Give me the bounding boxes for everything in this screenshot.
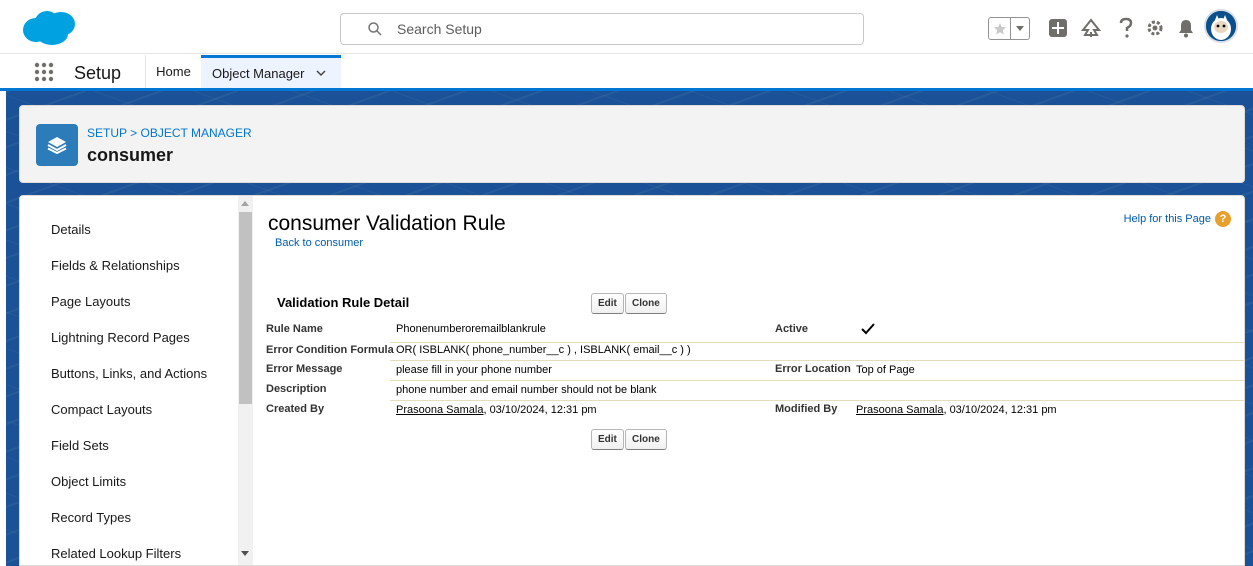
formula-value: OR( ISBLANK( phone_number__c ) , ISBLANK… <box>396 344 691 356</box>
sidebar-item-related-lookup-filters[interactable]: Related Lookup Filters <box>51 546 181 561</box>
sidebar-item-object-limits[interactable]: Object Limits <box>51 474 126 489</box>
checkmark-icon <box>861 323 875 335</box>
tab-object-manager-label: Object Manager <box>212 65 305 81</box>
main-content: consumer Validation Rule Back to consume… <box>253 196 1244 565</box>
modified-by-label: Modified By <box>775 403 838 415</box>
breadcrumb-separator: > <box>130 126 138 140</box>
search-icon <box>368 22 382 36</box>
sidebar-item-compact-layouts[interactable]: Compact Layouts <box>51 402 152 417</box>
edit-button-bottom[interactable]: Edit <box>591 429 624 450</box>
sidebar-item-fields-relationships[interactable]: Fields & Relationships <box>51 258 180 273</box>
active-label: Active <box>775 323 809 335</box>
rule-name-value: Phonenumberoremailblankrule <box>396 323 546 335</box>
star-icon[interactable] <box>989 18 1010 39</box>
scrollbar-thumb[interactable] <box>239 212 252 404</box>
sidebar-item-page-layouts[interactable]: Page Layouts <box>51 294 131 309</box>
clone-button-bottom[interactable]: Clone <box>625 429 667 450</box>
search-box[interactable] <box>340 13 864 45</box>
modified-by-date: , 03/10/2024, 12:31 pm <box>943 404 1057 416</box>
sidebar-item-lightning-record-pages[interactable]: Lightning Record Pages <box>51 330 190 345</box>
object-title: consumer <box>87 145 174 165</box>
scroll-up-icon[interactable] <box>241 201 249 206</box>
modified-by-user-link[interactable]: Prasoona Samala <box>856 404 943 416</box>
created-by-label: Created By <box>266 403 325 415</box>
chevron-down-icon[interactable] <box>315 67 327 79</box>
help-link-label[interactable]: Help for this Page <box>1124 213 1211 225</box>
created-by-date: , 03/10/2024, 12:31 pm <box>483 404 597 416</box>
page-title: consumer Validation Rule <box>268 212 506 235</box>
created-by-value: Prasoona Samala, 03/10/2024, 12:31 pm <box>396 404 597 416</box>
content-panel: Details Fields & Relationships Page Layo… <box>19 195 1245 566</box>
bell-icon[interactable] <box>1174 16 1198 40</box>
sidebar-item-field-sets[interactable]: Field Sets <box>51 438 109 453</box>
help-icon[interactable]: ? <box>1215 211 1231 227</box>
layers-icon <box>36 124 78 166</box>
sidebar-item-details[interactable]: Details <box>51 222 91 237</box>
tab-object-manager[interactable]: Object Manager <box>201 55 341 88</box>
error-location-label: Error Location <box>775 363 851 375</box>
app-nav: Setup Home Object Manager <box>0 55 1253 91</box>
sidebar: Details Fields & Relationships Page Layo… <box>20 196 238 565</box>
sidebar-item-record-types[interactable]: Record Types <box>51 510 131 525</box>
error-location-value: Top of Page <box>856 364 915 376</box>
tab-home[interactable]: Home <box>145 55 201 88</box>
help-icon[interactable] <box>1114 16 1138 40</box>
scroll-down-icon[interactable] <box>241 551 249 556</box>
sidebar-item-buttons-links-actions[interactable]: Buttons, Links, and Actions <box>51 366 207 381</box>
chevron-down-icon[interactable] <box>1010 18 1029 39</box>
error-message-value: please fill in your phone number <box>396 364 552 376</box>
breadcrumb: SETUP > OBJECT MANAGER <box>87 126 252 140</box>
clone-button[interactable]: Clone <box>625 293 667 314</box>
favorites-button[interactable] <box>988 17 1030 40</box>
trailhead-icon[interactable] <box>1079 16 1103 40</box>
error-message-label: Error Message <box>266 363 343 375</box>
gear-icon[interactable] <box>1143 16 1167 40</box>
back-to-consumer-link[interactable]: Back to consumer <box>275 237 363 249</box>
breadcrumb-setup[interactable]: SETUP <box>87 126 127 140</box>
row-divider <box>390 380 1244 381</box>
add-icon[interactable] <box>1046 16 1070 40</box>
section-title: Validation Rule Detail <box>277 295 410 310</box>
rule-name-label: Rule Name <box>266 323 323 335</box>
created-by-user-link[interactable]: Prasoona Samala <box>396 404 483 416</box>
breadcrumb-object-manager[interactable]: OBJECT MANAGER <box>141 126 252 140</box>
help-link[interactable]: Help for this Page ? <box>1124 211 1231 227</box>
object-header: SETUP > OBJECT MANAGER consumer <box>19 105 1245 183</box>
edit-button[interactable]: Edit <box>591 293 624 314</box>
search-input[interactable] <box>397 21 837 37</box>
app-name: Setup <box>74 63 122 83</box>
avatar[interactable] <box>1204 9 1238 43</box>
row-divider <box>390 360 1244 361</box>
modified-by-value: Prasoona Samala, 03/10/2024, 12:31 pm <box>856 404 1057 416</box>
sidebar-scrollbar[interactable] <box>238 196 253 565</box>
app-launcher-icon[interactable] <box>33 61 55 83</box>
salesforce-logo[interactable] <box>22 10 76 46</box>
description-label: Description <box>266 383 327 395</box>
description-value: phone number and email number should not… <box>396 384 657 396</box>
row-divider <box>390 342 1244 343</box>
row-divider <box>390 400 1244 401</box>
formula-label: Error Condition Formula <box>266 344 394 356</box>
global-header <box>0 0 1253 54</box>
